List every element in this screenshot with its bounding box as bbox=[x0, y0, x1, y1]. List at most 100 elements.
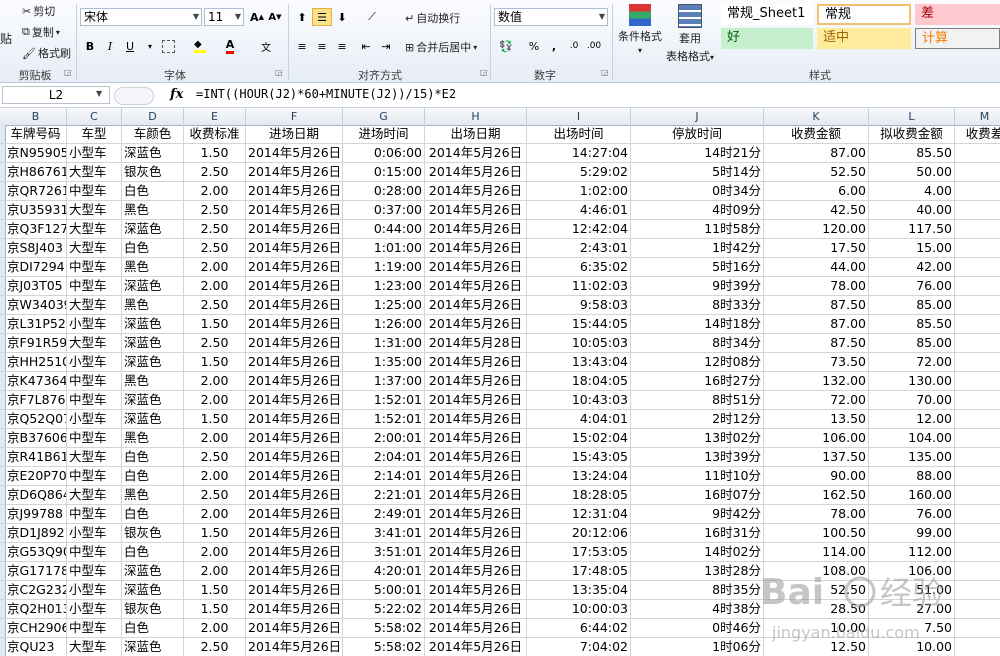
cell-b[interactable]: 京Q2H013 bbox=[5, 600, 67, 618]
cell-e[interactable]: 2.00 bbox=[184, 372, 246, 390]
cell-k[interactable]: 收费金额 bbox=[764, 125, 869, 143]
cell-i[interactable]: 15:44:05 bbox=[527, 315, 631, 333]
cell-d[interactable]: 黑色 bbox=[122, 372, 184, 390]
cell-l[interactable]: 12.00 bbox=[869, 410, 955, 428]
cell-c[interactable]: 中型车 bbox=[67, 467, 122, 485]
cell-i[interactable]: 9:58:03 bbox=[527, 296, 631, 314]
cell-h[interactable]: 2014年5月26日 bbox=[425, 144, 527, 162]
cell-i[interactable]: 12:31:04 bbox=[527, 505, 631, 523]
cell-i[interactable]: 10:00:03 bbox=[527, 600, 631, 618]
cell-h[interactable]: 2014年5月26日 bbox=[425, 600, 527, 618]
cell-i[interactable]: 14:27:04 bbox=[527, 144, 631, 162]
conditional-format-button[interactable]: 条件格式 ▾ bbox=[616, 4, 664, 55]
cell-h[interactable]: 2014年5月26日 bbox=[425, 277, 527, 295]
dialog-launcher-icon[interactable]: ◲ bbox=[601, 68, 609, 77]
cell-d[interactable]: 白色 bbox=[122, 543, 184, 561]
orientation-button[interactable]: ⟋ bbox=[362, 8, 382, 26]
percent-button[interactable]: % bbox=[524, 37, 544, 55]
cell-f[interactable]: 2014年5月26日 bbox=[246, 201, 343, 219]
font-size-combo[interactable]: 11 ▼ bbox=[204, 8, 244, 26]
align-middle-button[interactable]: ☰ bbox=[312, 8, 332, 26]
cell-k[interactable]: 87.00 bbox=[764, 315, 869, 333]
cell-f[interactable]: 2014年5月26日 bbox=[246, 429, 343, 447]
cell-e[interactable]: 1.50 bbox=[184, 144, 246, 162]
cell-e[interactable]: 2.00 bbox=[184, 505, 246, 523]
cell-d[interactable]: 银灰色 bbox=[122, 524, 184, 542]
cell-f[interactable]: 2014年5月26日 bbox=[246, 277, 343, 295]
cell-i[interactable]: 4:46:01 bbox=[527, 201, 631, 219]
cell-j[interactable]: 13时39分 bbox=[631, 448, 764, 466]
style-normal[interactable]: 常规 bbox=[817, 4, 911, 25]
cell-c[interactable]: 小型车 bbox=[67, 410, 122, 428]
column-header-c[interactable]: C bbox=[67, 108, 122, 125]
cell-d[interactable]: 深蓝色 bbox=[122, 581, 184, 599]
cell-g[interactable]: 3:51:01 bbox=[343, 543, 425, 561]
decrease-indent-button[interactable]: ⇤ bbox=[356, 37, 376, 55]
cell-h[interactable]: 出场日期 bbox=[425, 125, 527, 143]
cell-k[interactable]: 17.50 bbox=[764, 239, 869, 257]
cell-l[interactable]: 4.00 bbox=[869, 182, 955, 200]
cell-e[interactable]: 2.50 bbox=[184, 296, 246, 314]
cell-c[interactable]: 大型车 bbox=[67, 239, 122, 257]
cell-j[interactable]: 16时27分 bbox=[631, 372, 764, 390]
cell-d[interactable]: 深蓝色 bbox=[122, 144, 184, 162]
cell-l[interactable]: 76.00 bbox=[869, 505, 955, 523]
cell-j[interactable]: 14时21分 bbox=[631, 144, 764, 162]
cell-g[interactable]: 2:04:01 bbox=[343, 448, 425, 466]
cell-g[interactable]: 1:37:00 bbox=[343, 372, 425, 390]
cell-k[interactable]: 44.00 bbox=[764, 258, 869, 276]
column-header-m[interactable]: M bbox=[955, 108, 1000, 125]
format-as-table-button[interactable]: 套用 表格格式▾ bbox=[664, 4, 716, 64]
column-header-d[interactable]: D bbox=[122, 108, 184, 125]
cell-f[interactable]: 进场日期 bbox=[246, 125, 343, 143]
cell-b[interactable]: 京H86761 bbox=[5, 163, 67, 181]
style-bad[interactable]: 差 bbox=[915, 4, 1000, 25]
cell-b[interactable]: 京J99788 bbox=[5, 505, 67, 523]
cell-d[interactable]: 深蓝色 bbox=[122, 562, 184, 580]
cell-h[interactable]: 2014年5月26日 bbox=[425, 448, 527, 466]
column-header-k[interactable]: K bbox=[764, 108, 869, 125]
cell-g[interactable]: 0:37:00 bbox=[343, 201, 425, 219]
cell-d[interactable]: 深蓝色 bbox=[122, 638, 184, 656]
formula-bar-resize-handle[interactable] bbox=[114, 87, 154, 105]
cell-i[interactable]: 15:43:05 bbox=[527, 448, 631, 466]
cell-d[interactable]: 白色 bbox=[122, 448, 184, 466]
cell-d[interactable]: 深蓝色 bbox=[122, 353, 184, 371]
cell-f[interactable]: 2014年5月26日 bbox=[246, 258, 343, 276]
cell-h[interactable]: 2014年5月26日 bbox=[425, 372, 527, 390]
cell-c[interactable]: 大型车 bbox=[67, 201, 122, 219]
style-normal-sheet1[interactable]: 常规_Sheet1 bbox=[721, 4, 813, 25]
cell-l[interactable]: 130.00 bbox=[869, 372, 955, 390]
cell-g[interactable]: 1:01:00 bbox=[343, 239, 425, 257]
cell-b[interactable]: 京C2G232 bbox=[5, 581, 67, 599]
cell-e[interactable]: 1.50 bbox=[184, 600, 246, 618]
cell-g[interactable]: 1:19:00 bbox=[343, 258, 425, 276]
cell-j[interactable]: 14时02分 bbox=[631, 543, 764, 561]
cell-d[interactable]: 白色 bbox=[122, 505, 184, 523]
cell-e[interactable]: 1.50 bbox=[184, 581, 246, 599]
cell-c[interactable]: 中型车 bbox=[67, 372, 122, 390]
format-painter-button[interactable]: 🖌 格式刷 bbox=[22, 45, 71, 61]
cell-e[interactable]: 2.00 bbox=[184, 619, 246, 637]
paste-button[interactable]: 贴 bbox=[0, 30, 12, 47]
cell-g[interactable]: 5:58:02 bbox=[343, 619, 425, 637]
cell-b[interactable]: 京F91R59 bbox=[5, 334, 67, 352]
cell-j[interactable]: 0时34分 bbox=[631, 182, 764, 200]
column-header-g[interactable]: G bbox=[343, 108, 425, 125]
copy-button[interactable]: ⧉ 复制 ▾ bbox=[22, 24, 60, 40]
cell-e[interactable]: 1.50 bbox=[184, 353, 246, 371]
cell-g[interactable]: 进场时间 bbox=[343, 125, 425, 143]
cell-e[interactable]: 2.50 bbox=[184, 163, 246, 181]
cell-f[interactable]: 2014年5月26日 bbox=[246, 144, 343, 162]
cell-j[interactable]: 4时09分 bbox=[631, 201, 764, 219]
cell-g[interactable]: 1:52:01 bbox=[343, 391, 425, 409]
cell-c[interactable]: 大型车 bbox=[67, 638, 122, 656]
cell-i[interactable]: 10:43:03 bbox=[527, 391, 631, 409]
cell-l[interactable]: 117.50 bbox=[869, 220, 955, 238]
cell-c[interactable]: 小型车 bbox=[67, 353, 122, 371]
align-left-button[interactable]: ≡ bbox=[292, 37, 312, 55]
cell-j[interactable]: 5时16分 bbox=[631, 258, 764, 276]
cell-k[interactable]: 90.00 bbox=[764, 467, 869, 485]
cell-b[interactable]: 京CH2906 bbox=[5, 619, 67, 637]
cell-i[interactable]: 11:02:03 bbox=[527, 277, 631, 295]
